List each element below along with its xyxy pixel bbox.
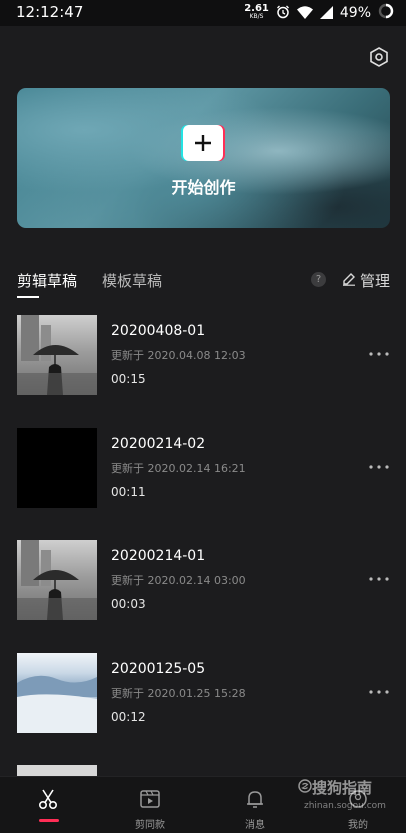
plus-icon bbox=[183, 125, 223, 161]
edit-pencil-icon bbox=[342, 272, 356, 290]
watermark-sub: zhinan.sogou.com bbox=[304, 801, 386, 811]
status-bar: 12:12:47 2.61 KB/S 49% bbox=[0, 0, 406, 26]
draft-title: 20200408-01 bbox=[111, 323, 206, 339]
alarm-icon bbox=[276, 4, 290, 23]
battery-icon bbox=[378, 3, 394, 23]
network-speed-value: 2.61 bbox=[244, 3, 269, 14]
more-options-icon[interactable] bbox=[368, 683, 390, 695]
nav-active-indicator bbox=[39, 819, 59, 822]
help-button[interactable]: ? bbox=[311, 272, 326, 287]
manage-button[interactable]: 管理 bbox=[342, 270, 390, 291]
wifi-icon bbox=[296, 4, 313, 23]
battery-percent: 49% bbox=[339, 5, 371, 21]
draft-updated: 更新于 2020.04.08 12:03 bbox=[111, 349, 246, 362]
draft-thumbnail bbox=[17, 428, 97, 508]
tab-edit-drafts[interactable]: 剪辑草稿 bbox=[17, 270, 77, 291]
nav-messages[interactable]: 消息 bbox=[215, 777, 295, 833]
draft-item[interactable]: 20200214-01 更新于 2020.02.14 03:00 00:03 bbox=[17, 540, 390, 620]
nav-edit[interactable] bbox=[8, 777, 88, 833]
bell-icon bbox=[244, 788, 266, 810]
settings-hexagon-icon bbox=[368, 47, 390, 72]
more-options-icon[interactable] bbox=[368, 570, 390, 582]
draft-thumbnail bbox=[17, 653, 97, 733]
more-options-icon[interactable] bbox=[368, 458, 390, 470]
active-tab-indicator bbox=[17, 296, 39, 298]
draft-item[interactable]: 20200125-05 更新于 2020.01.25 15:28 00:12 bbox=[17, 653, 390, 733]
draft-duration: 00:11 bbox=[111, 485, 146, 499]
signal-icon bbox=[319, 4, 333, 23]
more-options-icon[interactable] bbox=[368, 345, 390, 357]
nav-label: 剪同款 bbox=[135, 820, 165, 831]
draft-duration: 00:15 bbox=[111, 372, 146, 386]
draft-updated: 更新于 2020.02.14 16:21 bbox=[111, 462, 246, 475]
draft-item[interactable]: 20200408-01 更新于 2020.04.08 12:03 00:15 bbox=[17, 315, 390, 395]
draft-updated: 更新于 2020.01.25 15:28 bbox=[111, 687, 246, 700]
draft-updated: 更新于 2020.02.14 03:00 bbox=[111, 574, 246, 587]
draft-title: 20200125-05 bbox=[111, 661, 206, 677]
start-creation-banner[interactable]: 开始创作 bbox=[17, 88, 390, 228]
watermark: 搜狗指南 zhinan.sogou.com bbox=[298, 775, 398, 821]
manage-label: 管理 bbox=[359, 272, 390, 290]
settings-button[interactable] bbox=[368, 46, 390, 68]
draft-thumbnail bbox=[17, 540, 97, 620]
draft-thumbnail bbox=[17, 315, 97, 395]
network-speed: 2.61 KB/S bbox=[244, 3, 269, 21]
tab-template-drafts[interactable]: 模板草稿 bbox=[102, 270, 162, 291]
status-icons: 2.61 KB/S 49% bbox=[244, 0, 394, 26]
status-time: 12:12:47 bbox=[16, 3, 84, 21]
draft-duration: 00:03 bbox=[111, 597, 146, 611]
draft-duration: 00:12 bbox=[111, 710, 146, 724]
watermark-logo-icon bbox=[298, 778, 312, 797]
draft-tabs: 剪辑草稿 模板草稿 ? 管理 bbox=[17, 270, 390, 302]
start-creation-label: 开始创作 bbox=[171, 178, 236, 197]
nav-label: 消息 bbox=[245, 820, 265, 831]
play-box-icon bbox=[139, 788, 161, 810]
watermark-main: 搜狗指南 bbox=[312, 779, 373, 797]
network-speed-unit: KB/S bbox=[249, 13, 264, 20]
nav-templates[interactable]: 剪同款 bbox=[110, 777, 190, 833]
draft-item[interactable]: 20200214-02 更新于 2020.02.14 16:21 00:11 bbox=[17, 428, 390, 508]
draft-title: 20200214-01 bbox=[111, 548, 206, 564]
scissors-icon bbox=[37, 788, 59, 810]
draft-title: 20200214-02 bbox=[111, 436, 206, 452]
